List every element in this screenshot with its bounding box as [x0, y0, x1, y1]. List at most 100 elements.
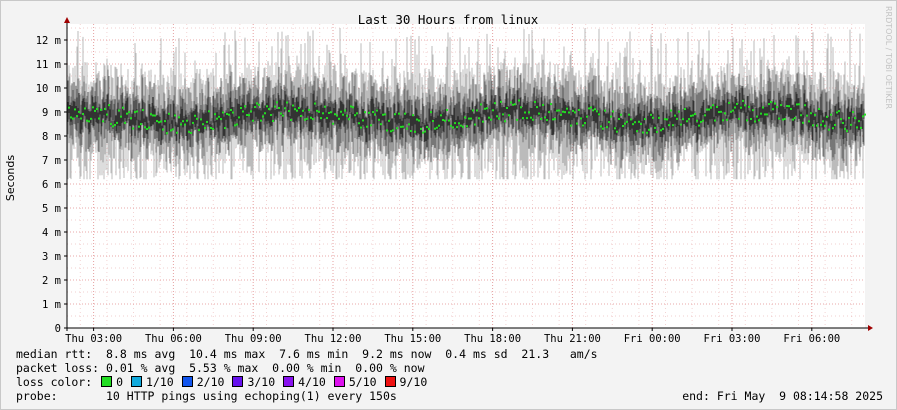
median-point: [608, 121, 610, 124]
median-point: [214, 113, 216, 116]
median-point: [162, 128, 164, 131]
median-point: [552, 118, 554, 121]
median-point: [388, 119, 390, 122]
median-point: [296, 109, 298, 112]
median-point: [474, 123, 476, 126]
median-point: [550, 103, 552, 106]
y-tick-label: 11 m: [36, 59, 61, 71]
median-point: [836, 111, 838, 114]
median-point: [426, 126, 428, 129]
median-point: [252, 119, 254, 122]
median-point: [392, 129, 394, 132]
median-point: [234, 124, 236, 127]
loss-color-swatch: [333, 376, 345, 387]
median-point: [664, 118, 666, 121]
median-point: [734, 106, 736, 109]
loss-color-item: 4/10: [281, 375, 326, 389]
median-point: [832, 127, 834, 130]
median-point: [708, 108, 710, 111]
median-point: [394, 113, 396, 116]
median-point: [482, 120, 484, 123]
median-point: [204, 127, 206, 130]
median-point: [314, 102, 316, 105]
median-point: [276, 101, 278, 104]
median-point: [660, 129, 662, 132]
loss-color-item: 9/10: [383, 375, 427, 389]
median-point: [434, 127, 436, 130]
rrdtool-watermark: RRDTOOL / TOBI OETIKER: [884, 6, 893, 109]
median-point: [338, 117, 340, 120]
median-point: [788, 105, 790, 108]
median-point: [154, 114, 156, 117]
median-point: [658, 116, 660, 119]
median-point: [260, 119, 262, 122]
median-point: [730, 110, 732, 113]
median-point: [100, 108, 102, 111]
median-point: [348, 118, 350, 121]
x-tick-label: Fri 03:00: [704, 333, 761, 345]
median-point: [244, 105, 246, 108]
median-point: [144, 126, 146, 129]
median-point: [800, 114, 802, 117]
median-point: [760, 112, 762, 115]
median-point: [560, 113, 562, 116]
median-point: [90, 117, 92, 120]
median-point: [510, 101, 512, 104]
median-point: [438, 124, 440, 127]
median-point: [512, 103, 514, 106]
median-point: [706, 108, 708, 111]
median-point: [726, 118, 728, 121]
median-point: [268, 108, 270, 111]
median-point: [554, 118, 556, 121]
median-point: [564, 111, 566, 114]
median-point: [484, 107, 486, 110]
median-point: [824, 124, 826, 127]
median-point: [806, 114, 808, 117]
median-point: [130, 117, 132, 120]
median-point: [786, 105, 788, 108]
median-point: [92, 106, 94, 109]
median-point: [640, 123, 642, 126]
median-point: [672, 124, 674, 127]
median-point: [746, 119, 748, 122]
median-point: [812, 124, 814, 127]
median-point: [456, 126, 458, 129]
median-point: [126, 112, 128, 115]
median-point: [542, 103, 544, 106]
median-point: [776, 106, 778, 109]
median-point: [304, 118, 306, 121]
loss-color-legend: loss color: 0 1/10 2/10 3/10 4/10 5/10 9/10: [16, 375, 433, 389]
median-point: [802, 121, 804, 124]
median-point: [614, 127, 616, 130]
y-tick-label: 7 m: [42, 155, 61, 167]
median-point: [860, 126, 862, 129]
median-point: [288, 110, 290, 113]
median-point: [752, 109, 754, 112]
loss-color-value: 4/10: [298, 375, 326, 389]
median-point: [480, 103, 482, 106]
median-point: [188, 130, 190, 133]
median-point: [718, 111, 720, 114]
y-tick-label: 0: [55, 323, 61, 335]
median-point: [500, 100, 502, 103]
median-point: [462, 125, 464, 128]
median-point: [716, 105, 718, 108]
median-point: [846, 130, 848, 133]
median-point: [570, 124, 572, 127]
median-point: [796, 103, 798, 106]
median-point: [740, 106, 742, 109]
median-point: [572, 109, 574, 112]
median-point: [430, 111, 432, 114]
median-point: [532, 118, 534, 121]
median-point: [504, 120, 506, 123]
median-point: [682, 118, 684, 121]
median-point: [656, 130, 658, 133]
median-point: [274, 105, 276, 108]
median-point: [88, 120, 90, 123]
median-point: [636, 130, 638, 133]
median-point: [352, 106, 354, 109]
loss-color-value: 0: [116, 375, 124, 389]
median-point: [782, 118, 784, 121]
median-point: [342, 113, 344, 116]
median-point: [678, 110, 680, 113]
